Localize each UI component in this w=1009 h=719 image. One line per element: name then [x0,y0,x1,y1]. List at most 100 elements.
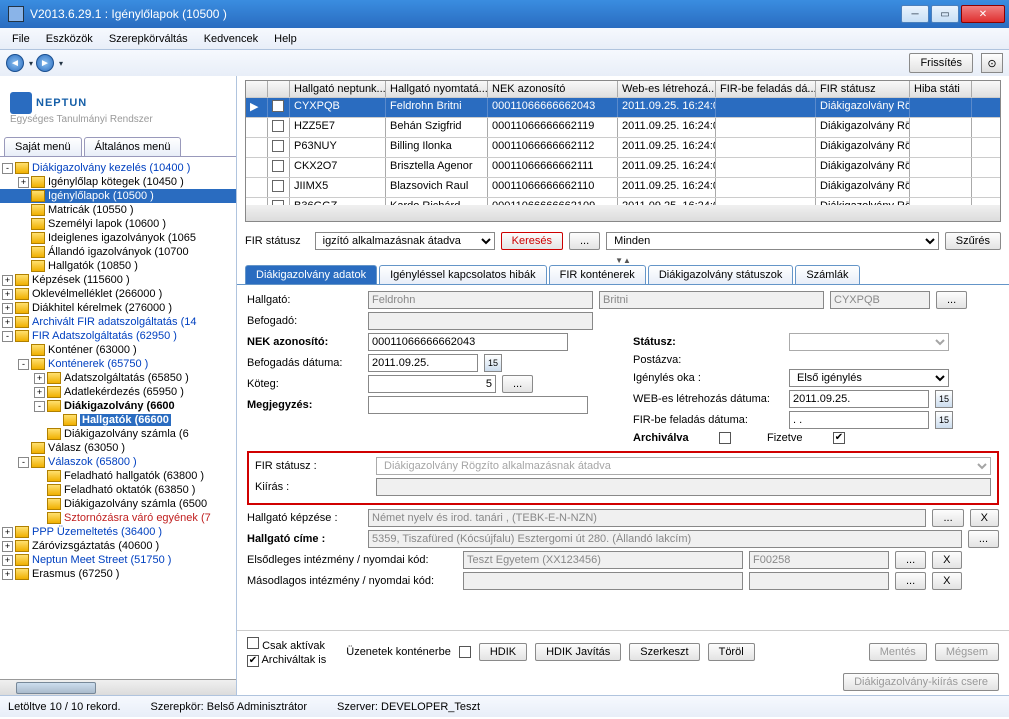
koteg-field[interactable] [368,375,496,393]
tree-item[interactable]: -FIR Adatszolgáltatás (62950 ) [0,329,236,343]
menu-file[interactable]: File [6,31,36,47]
hallgato-lookup[interactable]: ... [936,291,967,309]
tree-item[interactable]: +Igénylőlap kötegek (10450 ) [0,175,236,189]
tree-item[interactable]: Feladható hallgatók (63800 ) [0,469,236,483]
masod-x[interactable]: X [932,572,961,590]
hdik-button[interactable]: HDIK [479,643,527,661]
tree-item[interactable]: Matricák (10550 ) [0,203,236,217]
kepzes-x[interactable]: X [970,509,999,527]
szures-button[interactable]: Szűrés [945,232,1001,250]
grid-col-header[interactable]: Hallgató neptunk... [290,81,386,97]
cim-lookup[interactable]: ... [968,530,999,548]
webdat-field[interactable] [789,390,929,408]
table-row[interactable]: P63NUYBilling Ilonka00011066666662112201… [246,137,1000,157]
tree-item[interactable]: Hallgatók (66600 [0,413,236,427]
kepzes-lookup[interactable]: ... [932,509,963,527]
calendar-icon-3[interactable]: 15 [935,411,953,429]
tree-item[interactable]: +PPP Üzemeltetés (36400 ) [0,525,236,539]
tree-item[interactable]: Feladható oktatók (63850 ) [0,483,236,497]
tree-item[interactable]: +Erasmus (67250 ) [0,567,236,581]
arch-label2[interactable]: ✔ Archiváltak is [247,654,326,667]
tree[interactable]: -Diákigazolvány kezelés (10400 )+Igénylő… [0,157,236,679]
firdat-field[interactable] [789,411,929,429]
tree-item[interactable]: +Neptun Meet Street (51750 ) [0,553,236,567]
grid-col-header[interactable]: Web-es létrehozá... [618,81,716,97]
igeny-select[interactable]: Első igénylés [789,369,949,387]
form-tab[interactable]: Diákigazolvány adatok [245,265,377,284]
tree-item[interactable]: Személyi lapok (10600 ) [0,217,236,231]
table-row[interactable]: ▶CYXPQBFeldrohn Britni000110666666620432… [246,97,1000,117]
grid-col-header[interactable]: NEK azonosító [488,81,618,97]
form-tab[interactable]: Igényléssel kapcsolatos hibák [379,265,547,284]
fiz-checkbox[interactable]: ✔ [833,432,845,444]
fir-status-filter[interactable]: igzító alkalmazásnak átadva [315,232,495,250]
tree-item[interactable]: -Konténerek (65750 ) [0,357,236,371]
tree-item[interactable]: +Záróvizsgáztatás (40600 ) [0,539,236,553]
collapse-icon[interactable]: ▼▲ [237,256,1009,265]
maximize-button[interactable]: ▭ [931,5,959,23]
hdikjav-button[interactable]: HDIK Javítás [535,643,621,661]
grid-col-header[interactable] [268,81,290,97]
torol-button[interactable]: Töröl [708,643,755,661]
nav-fwd-dd[interactable]: ▾ [56,59,66,68]
pin-icon[interactable]: ⊙ [981,53,1003,73]
calendar-icon-2[interactable]: 15 [935,390,953,408]
form-tab[interactable]: Diákigazolvány státuszok [648,265,794,284]
koteg-lookup[interactable]: ... [502,375,533,393]
tree-hscroll[interactable] [0,679,236,695]
aktiv-checkbox[interactable] [247,637,259,649]
form-tab[interactable]: Számlák [795,265,859,284]
tree-item[interactable]: +Adatszolgáltatás (65850 ) [0,371,236,385]
arch-checkbox[interactable] [719,432,731,444]
close-button[interactable]: ✕ [961,5,1005,23]
tab-general-menu[interactable]: Általános menü [84,137,182,156]
befdat-field[interactable] [368,354,478,372]
tree-item[interactable]: Igénylőlapok (10500 ) [0,189,236,203]
tree-item[interactable]: Válasz (63050 ) [0,441,236,455]
tab-own-menu[interactable]: Saját menü [4,137,82,156]
tree-item[interactable]: +Archivált FIR adatszolgáltatás (14 [0,315,236,329]
menu-tools[interactable]: Eszközök [40,31,99,47]
nek-field[interactable] [368,333,568,351]
tree-item[interactable]: +Képzések (115600 ) [0,273,236,287]
tree-item[interactable]: Diákigazolvány számla (6500 [0,497,236,511]
grid-hscroll[interactable] [246,205,1000,221]
table-row[interactable]: B36GGZKardo Richárd000110666666621092011… [246,197,1000,205]
table-row[interactable]: HZZ5E7Behán Szigfrid00011066666662119201… [246,117,1000,137]
minimize-button[interactable]: ─ [901,5,929,23]
nav-fwd-button[interactable]: ► [36,54,54,72]
grid-col-header[interactable] [246,81,268,97]
calendar-icon[interactable]: 15 [484,354,502,372]
grid-col-header[interactable]: FIR státusz [816,81,910,97]
tree-item[interactable]: +Adatlekérdezés (65950 ) [0,385,236,399]
aktiv-label[interactable]: Csak aktívak [247,637,326,652]
archis-checkbox[interactable]: ✔ [247,655,259,667]
tree-item[interactable]: -Diákigazolvány (6600 [0,399,236,413]
menu-role[interactable]: Szerepkörváltás [103,31,194,47]
grid-col-header[interactable]: Hallgató nyomtatá... [386,81,488,97]
szerkeszt-button[interactable]: Szerkeszt [629,643,699,661]
megj-field[interactable] [368,396,588,414]
search-button[interactable]: Keresés [501,232,563,250]
tree-item[interactable]: Állandó igazolványok (10700 [0,245,236,259]
table-row[interactable]: CKX2O7Brisztella Agenor00011066666662111… [246,157,1000,177]
minden-select[interactable]: Minden [606,232,939,250]
tree-item[interactable]: Sztornózásra váró egyének (7 [0,511,236,525]
grid-body[interactable]: ▶CYXPQBFeldrohn Britni000110666666620432… [246,97,1000,205]
grid-col-header[interactable]: Hiba státi [910,81,972,97]
elso-x[interactable]: X [932,551,961,569]
table-row[interactable]: JIIMX5Blazsovich Raul0001106666666211020… [246,177,1000,197]
tree-item[interactable]: Hallgatók (10850 ) [0,259,236,273]
menu-favorites[interactable]: Kedvencek [198,31,264,47]
kont-checkbox[interactable] [459,646,471,658]
tree-item[interactable]: Diákigazolvány számla (6 [0,427,236,441]
data-grid[interactable]: Hallgató neptunk...Hallgató nyomtatá...N… [245,80,1001,222]
nav-back-dd[interactable]: ▾ [26,59,36,68]
grid-col-header[interactable]: FIR-be feladás dá... [716,81,816,97]
menu-help[interactable]: Help [268,31,303,47]
form-tab[interactable]: FIR konténerek [549,265,646,284]
tree-item[interactable]: Ideiglenes igazolványok (1065 [0,231,236,245]
tree-item[interactable]: -Válaszok (65800 ) [0,455,236,469]
nav-back-button[interactable]: ◄ [6,54,24,72]
tree-item[interactable]: +Oklevélmelléklet (266000 ) [0,287,236,301]
